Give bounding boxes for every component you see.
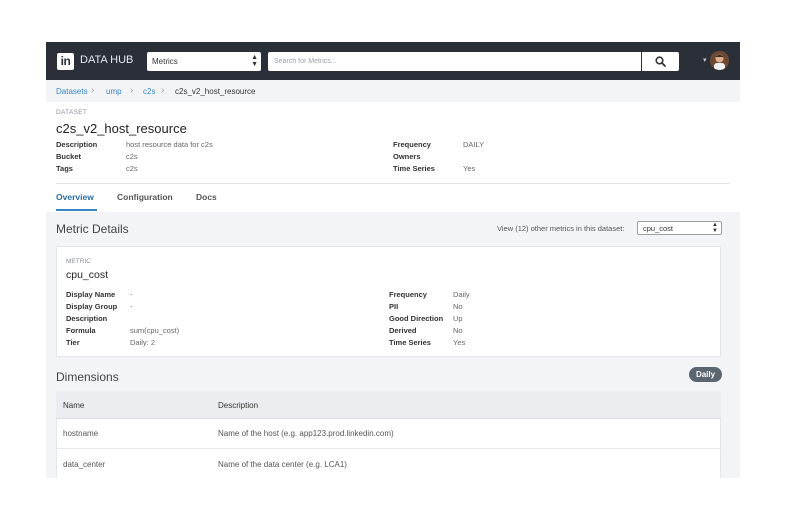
chevron-right-icon: › — [130, 85, 134, 96]
metric-display-name-value: - — [130, 290, 133, 299]
dataset-kicker: DATASET — [56, 109, 88, 116]
dataset-tags-label: Tags — [56, 164, 73, 173]
metric-frequency-value: Daily — [453, 290, 470, 299]
metric-good-direction-label: Good Direction — [389, 314, 444, 323]
active-tab-indicator — [56, 209, 97, 211]
breadcrumb: Datasets › ump › c2s › c2s_v2_host_resou… — [46, 80, 740, 102]
select-arrows-icon: ▲ ▼ — [712, 222, 718, 234]
dataset-description-value: host resource data for c2s — [126, 140, 213, 149]
breadcrumb-datasets[interactable]: Datasets — [56, 87, 88, 96]
metric-tier-value: Daily: 2 — [130, 338, 156, 347]
column-header-description[interactable]: Description — [218, 401, 258, 410]
linkedin-logo-icon[interactable]: in — [57, 53, 74, 70]
metric-display-group-label: Display Group — [66, 302, 118, 311]
metric-derived-value: No — [453, 326, 463, 335]
metric-description-label: Description — [66, 314, 108, 323]
dataset-timeseries-label: Time Series — [393, 164, 435, 173]
metric-good-direction-value: Up — [453, 314, 463, 323]
dimension-name: data_center — [63, 460, 106, 469]
column-header-name[interactable]: Name — [63, 401, 84, 410]
entity-type-label: Metrics — [152, 57, 178, 66]
dataset-frequency-value: DAILY — [463, 140, 485, 149]
metric-select-value: cpu_cost — [643, 224, 674, 233]
dimensions-title: Dimensions — [56, 370, 119, 384]
metric-display-group-value: - — [130, 302, 133, 311]
dataset-bucket-value: c2s — [126, 152, 138, 161]
dataset-owners-label: Owners — [393, 152, 421, 161]
chevron-right-icon: › — [161, 85, 165, 96]
frequency-badge[interactable]: Daily — [689, 367, 722, 382]
dataset-tags-value: c2s — [126, 164, 138, 173]
dimension-name: hostname — [63, 429, 99, 438]
metric-timeseries-value: Yes — [453, 338, 466, 347]
metric-details-title: Metric Details — [56, 222, 129, 236]
metric-frequency-label: Frequency — [389, 290, 427, 299]
other-metrics-text: View (12) other metrics in this dataset: — [497, 224, 625, 233]
metric-derived-label: Derived — [389, 326, 417, 335]
metric-display-name-label: Display Name — [66, 290, 116, 299]
metric-formula-value: sum(cpu_cost) — [130, 326, 180, 335]
table-header — [56, 391, 721, 419]
tab-overview[interactable]: Overview — [56, 192, 94, 202]
app-brand[interactable]: DATA HUB — [80, 54, 133, 66]
search-input[interactable] — [268, 52, 641, 71]
breadcrumb-c2s[interactable]: c2s — [143, 87, 155, 96]
user-avatar[interactable] — [710, 51, 729, 70]
metric-name: cpu_cost — [66, 269, 109, 281]
dataset-description-label: Description — [56, 140, 98, 149]
tab-configuration[interactable]: Configuration — [117, 192, 173, 202]
search-icon — [655, 56, 666, 67]
breadcrumb-current: c2s_v2_host_resource — [175, 87, 256, 96]
metric-formula-label: Formula — [66, 326, 96, 335]
dataset-timeseries-value: Yes — [463, 164, 476, 173]
divider — [56, 183, 730, 184]
chevron-down-icon[interactable]: ▾ — [703, 56, 707, 64]
select-arrows-icon: ▲ ▼ — [251, 54, 258, 68]
dataset-title: c2s_v2_host_resource — [56, 121, 187, 136]
metric-kicker: METRIC — [66, 258, 91, 265]
chevron-right-icon: › — [91, 85, 95, 96]
dimension-description: Name of the data center (e.g. LCA1) — [218, 460, 347, 469]
top-navbar: in DATA HUB Metrics ▲▼ ▾ — [46, 42, 740, 80]
metric-tier-label: Tier — [66, 338, 80, 347]
metric-timeseries-label: Time Series — [389, 338, 431, 347]
search-button[interactable] — [642, 52, 679, 71]
metric-select[interactable]: cpu_cost ▲ ▼ — [637, 221, 722, 235]
dataset-frequency-label: Frequency — [393, 140, 431, 149]
breadcrumb-ump[interactable]: ump — [106, 87, 122, 96]
tab-docs[interactable]: Docs — [196, 192, 217, 202]
dataset-bucket-label: Bucket — [56, 152, 82, 161]
dimension-description: Name of the host (e.g. app123.prod.linke… — [218, 429, 394, 438]
entity-type-select[interactable]: Metrics ▲ ▼ — [147, 52, 261, 71]
app-window: in DATA HUB Metrics ▲▼ ▾ Datasets › ump — [46, 42, 740, 478]
avatar-image — [710, 51, 729, 70]
row-divider — [56, 448, 721, 449]
metric-pii-label: PII — [389, 302, 399, 311]
metric-pii-value: No — [453, 302, 463, 311]
